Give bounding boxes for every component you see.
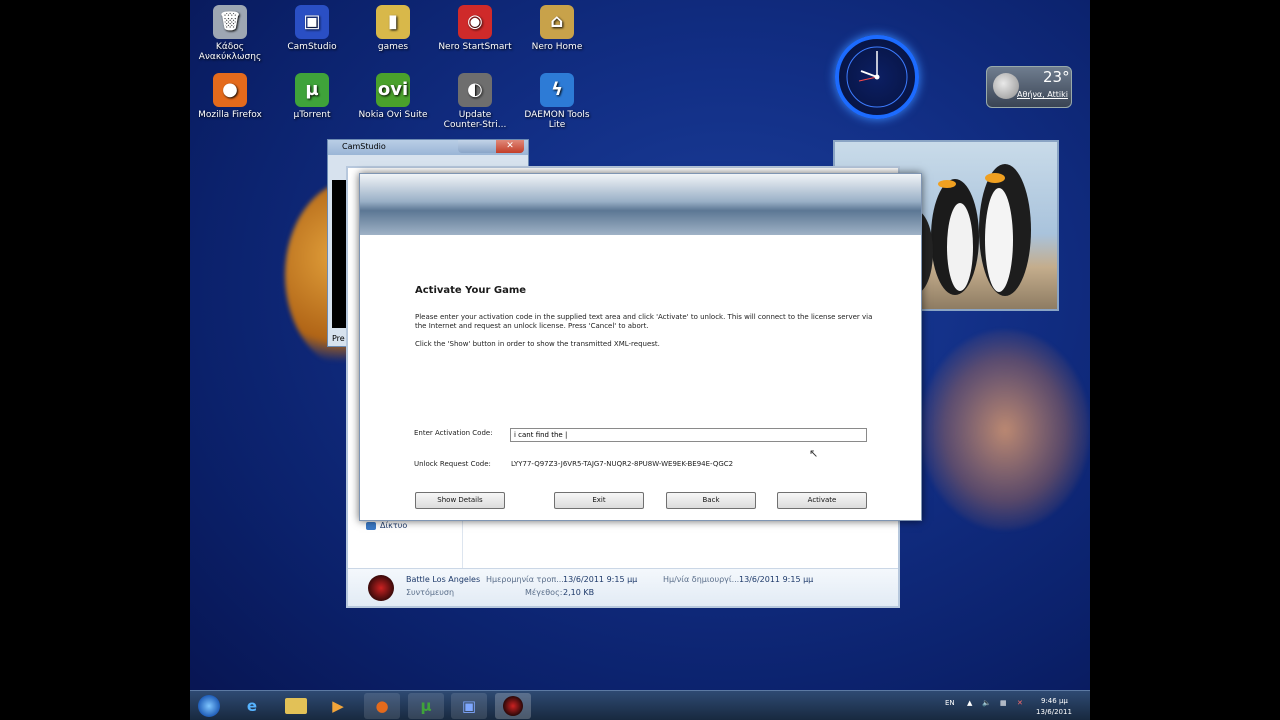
show-details-button[interactable]: Show Details: [415, 492, 505, 509]
desktop-icon-label: Nero Home: [531, 42, 583, 52]
security-icon[interactable]: ✕: [1017, 699, 1023, 707]
activate-button[interactable]: Activate: [777, 492, 867, 509]
taskbar-firefox[interactable]: ●: [364, 693, 400, 719]
desktop-icon-label: games: [377, 42, 409, 52]
windows-logo-icon: [198, 695, 220, 717]
desktop-icon-nero-startsmart[interactable]: ◉ Nero StartSmart: [435, 5, 515, 52]
taskbar-utorrent[interactable]: µ: [408, 693, 444, 719]
volume-icon[interactable]: 🔈: [982, 699, 991, 707]
desktop-icon-daemon-tools[interactable]: ϟ DAEMON Tools Lite: [517, 73, 597, 130]
dialog-instructions-2: Click the 'Show' button in order to show…: [415, 340, 660, 348]
size-label: Μέγεθος:: [525, 588, 563, 597]
created-value: 13/6/2011 9:15 μμ: [739, 575, 814, 584]
desktop-icon-label: Nero StartSmart: [438, 42, 512, 52]
desktop[interactable]: 🗑 Κάδος Ανακύκλωσης ▣ CamStudio ▮ games ◉ Nero …: [190, 0, 1090, 720]
internet-explorer-icon: e: [246, 697, 258, 715]
desktop-icon-label: Nokia Ovi Suite: [358, 110, 428, 120]
desktop-icon-label: µTorrent: [293, 110, 331, 120]
clock-face-icon: [846, 46, 908, 108]
camstudio-title: CamStudio: [342, 142, 386, 151]
close-icon[interactable]: ✕: [496, 140, 524, 153]
file-details-pane[interactable]: Battle Los Angeles Συντόμευση Ημερομηνία…: [348, 568, 898, 606]
clock-date[interactable]: 13/6/2011: [1036, 708, 1072, 716]
desktop-icon-label: Κάδος Ανακύκλωσης: [198, 42, 262, 62]
desktop-icon-label: Mozilla Firefox: [198, 110, 262, 120]
weather-gadget[interactable]: 23° Αθήνα, Attiki: [986, 66, 1072, 108]
desktop-icon-nero-home[interactable]: ⌂ Nero Home: [517, 5, 597, 52]
nero-startsmart-icon: ◉: [458, 5, 492, 39]
desktop-icon-label: DAEMON Tools Lite: [524, 110, 590, 130]
activation-dialog[interactable]: Activate Your Game Please enter your act…: [359, 173, 922, 521]
utorrent-icon: µ: [295, 73, 329, 107]
modified-value: 13/6/2011 9:15 μμ: [563, 575, 638, 584]
folder-icon: ▮: [376, 5, 410, 39]
desktop-icon-folder[interactable]: ▮ games: [353, 5, 433, 52]
file-type: Συντόμευση: [406, 588, 455, 597]
network-icon: [366, 522, 376, 530]
camstudio-icon: ▣: [461, 697, 477, 715]
camstudio-icon: ▣: [295, 5, 329, 39]
camstudio-status-text: Pre: [332, 334, 345, 343]
taskbar-battle-los-angeles[interactable]: [495, 693, 531, 719]
size-value: 2,10 KB: [563, 588, 595, 597]
taskbar-camstudio[interactable]: ▣: [451, 693, 487, 719]
desktop-icon-label: Update Counter-Stri...: [443, 110, 507, 130]
camstudio-titlebar[interactable]: CamStudio ✕: [328, 140, 528, 155]
created-label: Ημ/νία δημιουργί...: [663, 575, 740, 584]
unlock-request-label: Unlock Request Code:: [414, 460, 491, 468]
nav-item-network[interactable]: Δίκτυο: [380, 521, 407, 530]
activation-code-input[interactable]: i cant find the |: [510, 428, 867, 442]
network-status-icon[interactable]: ▦: [1000, 699, 1007, 707]
media-player-icon: ▶: [332, 697, 344, 715]
taskbar-media-player[interactable]: ▶: [320, 693, 356, 719]
nokia-ovi-icon: ovi: [376, 73, 410, 107]
file-name: Battle Los Angeles: [406, 575, 481, 584]
modified-label: Ημερομηνία τροπ...: [486, 575, 564, 584]
taskbar-internet-explorer[interactable]: e: [234, 693, 270, 719]
battle-los-angeles-icon: [368, 575, 394, 601]
recycle-bin-icon: 🗑: [213, 5, 247, 39]
firefox-icon: ●: [213, 73, 247, 107]
desktop-icon-label: CamStudio: [287, 42, 337, 52]
unlock-request-code: LYY77-Q97Z3-J6VR5-TAJG7-NUQR2-8PU8W-WE9E…: [511, 460, 734, 468]
desktop-icon-firefox[interactable]: ● Mozilla Firefox: [190, 73, 270, 120]
clock-gadget[interactable]: [835, 35, 919, 119]
dialog-title: Activate Your Game: [415, 285, 527, 296]
screen: 🗑 Κάδος Ανακύκλωσης ▣ CamStudio ▮ games ◉ Nero …: [0, 0, 1280, 720]
dialog-instructions-1: Please enter your activation code in the…: [415, 313, 873, 330]
taskbar: e ▶ ● µ ▣ EN ▲ 🔈 ▦ ✕ 9:46 μμ 13/6/2011: [190, 690, 1090, 720]
desktop-icon-recycle-bin[interactable]: 🗑 Κάδος Ανακύκλωσης: [190, 5, 270, 62]
desktop-icon-nokia-ovi[interactable]: ovi Nokia Ovi Suite: [353, 73, 433, 120]
weather-temperature: 23°: [1043, 68, 1070, 86]
battle-los-angeles-icon: [503, 696, 523, 716]
utorrent-icon: µ: [420, 697, 432, 715]
folder-icon: [285, 698, 307, 714]
back-button[interactable]: Back: [666, 492, 756, 509]
nero-home-icon: ⌂: [540, 5, 574, 39]
dialog-header-banner: [360, 174, 921, 235]
tray-expand-icon[interactable]: ▲: [967, 699, 972, 707]
clock-time[interactable]: 9:46 μμ: [1041, 697, 1068, 705]
counter-strike-icon: ◐: [458, 73, 492, 107]
start-button[interactable]: [192, 693, 226, 719]
weather-location: Αθήνα, Attiki: [1017, 90, 1068, 99]
jellyfish-tentacles-decoration: [920, 330, 1090, 530]
daemon-tools-icon: ϟ: [540, 73, 574, 107]
desktop-icon-camstudio[interactable]: ▣ CamStudio: [272, 5, 352, 52]
desktop-icon-utorrent[interactable]: µ µTorrent: [272, 73, 352, 120]
language-indicator[interactable]: EN: [945, 699, 955, 707]
moon-icon: [993, 73, 1019, 99]
activation-code-label: Enter Activation Code:: [414, 429, 493, 437]
firefox-icon: ●: [375, 697, 389, 715]
exit-button[interactable]: Exit: [554, 492, 644, 509]
mouse-cursor-icon: ↖: [809, 447, 819, 460]
camstudio-preview-area: [332, 180, 346, 328]
desktop-icon-counter-strike[interactable]: ◐ Update Counter-Stri...: [435, 73, 515, 130]
taskbar-explorer[interactable]: [278, 693, 314, 719]
